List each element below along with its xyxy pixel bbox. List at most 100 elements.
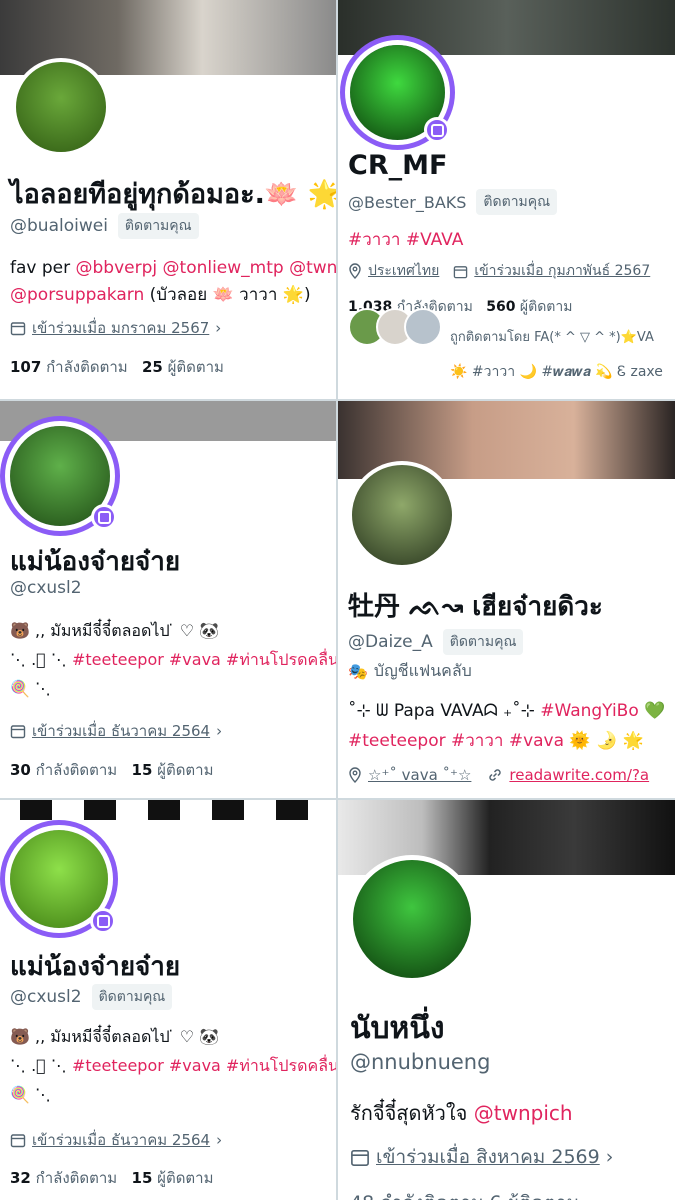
handle-row: @Daize_A ติดตามคุณ <box>348 629 524 655</box>
profile-card-nnubnueng: นับหนึ่ง @nnubnueng รักจี๋จี๋สุดหัวใจ @t… <box>338 800 675 1200</box>
handle-row: @nnubnueng <box>350 1050 490 1074</box>
profile-card-cxusl2-2: แม่น้องจ๋ายจ๋าย @cxusl2 ติดตามคุณ 🐻 ,, ม… <box>0 800 337 1200</box>
mutual-avatar <box>404 308 442 346</box>
handle-row: @cxusl2 <box>10 578 82 598</box>
location-text[interactable]: ประเทศไทย <box>368 260 439 282</box>
location-website-row: ☆⁺˚ vava ˚⁺☆ readawrite.com/?a <box>348 766 649 784</box>
chevron-right-icon: › <box>216 722 223 740</box>
bio-line: ⋱ .⃝ ⋱ #teeteepor #vava #ท่านโปรดคลื่น <box>10 1056 337 1075</box>
follows-you-badge: ติดตามคุณ <box>442 629 524 655</box>
profile-card-bualoiwei: ไอลอยทีอยู่ทุกด้อมอะ.🪷 🌟 @bualoiwei ติดต… <box>0 0 337 400</box>
profile-card-bester-baks: CR_MF @Bester_BAKS ติดตามคุณ #วาวา #VAVA… <box>338 0 675 400</box>
location-pin-icon <box>348 263 362 279</box>
link-icon <box>487 767 503 783</box>
mention-links[interactable]: @bbverpj @tonliew_mtp @twn <box>76 258 337 278</box>
website-link[interactable]: readawrite.com/?a <box>509 766 649 784</box>
follows-you-badge: ติดตามคุณ <box>117 213 199 239</box>
bio-line: 🐻 ,, มัมหมีจี๋จี๋ตลอดไป ̇ ♡ 🐼 <box>10 621 220 640</box>
location-pin-icon <box>348 767 362 783</box>
creator-badge-icon <box>91 504 117 530</box>
hashtag-links[interactable]: #teeteepor #vava #ท่านโปรดคลื่น <box>72 1056 337 1075</box>
profile-bio: 🐻 ,, มัมหมีจี๋จี๋ตลอดไป ̇ ♡ 🐼 ⋱ .⃝ ⋱ #te… <box>10 616 337 703</box>
profile-display-name: นับหนึ่ง <box>350 1011 445 1046</box>
profile-display-name: แม่น้องจ๋ายจ๋าย <box>10 547 181 577</box>
profile-display-name: 牡丹 ᨒ↝ เฮียจ๋ายดิวะ <box>348 592 603 622</box>
location-text[interactable]: ☆⁺˚ vava ˚⁺☆ <box>368 766 471 784</box>
joined-row: เข้าร่วมเมื่อ มกราคม 2567 › <box>10 316 221 340</box>
profile-bio: 🐻 ,, มัมหมีจี๋จี๋ตลอดไป ̇ ♡ 🐼 ⋱ .⃝ ⋱ #te… <box>10 1022 337 1109</box>
joined-date[interactable]: เข้าร่วมเมื่อ กุมภาพันธ์ 2567 <box>474 260 650 282</box>
joined-row: เข้าร่วมเมื่อ ธันวาคม 2564 › <box>10 1128 222 1152</box>
calendar-icon <box>10 320 26 336</box>
calendar-icon <box>350 1147 370 1167</box>
follows-you-badge: ติดตามคุณ <box>476 189 558 215</box>
joined-date[interactable]: เข้าร่วมเมื่อ สิงหาคม 2569 <box>376 1142 600 1172</box>
chevron-right-icon: › <box>605 1146 614 1168</box>
bio-line: ˚⊹ ᗯ Papa VAVAᗣ ₊˚⊹ #WangYiBo 💚 <box>348 701 666 721</box>
followers-count[interactable]: 560 <box>486 299 515 315</box>
joined-date[interactable]: เข้าร่วมเมื่อ มกราคม 2567 <box>32 316 209 340</box>
hashtag-links[interactable]: #วาวา #VAVA <box>348 227 463 254</box>
profile-card-daize-a: 牡丹 ᨒ↝ เฮียจ๋ายดิวะ @Daize_A ติดตามคุณ 🎭 … <box>338 401 675 798</box>
mention-link[interactable]: @twnpich <box>474 1101 573 1125</box>
hashtag-links[interactable]: #teeteepor #วาวา #vava <box>348 731 564 751</box>
following-count[interactable]: 107 <box>10 358 41 376</box>
joined-row: เข้าร่วมเมื่อ ธันวาคม 2564 › <box>10 719 222 743</box>
calendar-icon <box>10 1132 26 1148</box>
chevron-right-icon: › <box>216 1131 223 1149</box>
profile-bio: ˚⊹ ᗯ Papa VAVAᗣ ₊˚⊹ #WangYiBo 💚 #teeteep… <box>348 696 665 756</box>
bio-line: 🐻 ,, มัมหมีจี๋จี๋ตลอดไป ̇ ♡ 🐼 <box>10 1027 220 1046</box>
profile-display-name: ไอลอยทีอยู่ทุกด้อมอะ.🪷 🌟 <box>10 179 337 210</box>
joined-row: เข้าร่วมเมื่อ สิงหาคม 2569 › <box>350 1142 613 1172</box>
follow-counts: 30 กำลังติดตาม 15 ผู้ติดตาม <box>10 761 214 779</box>
joined-date[interactable]: เข้าร่วมเมื่อ ธันวาคม 2564 <box>32 1128 210 1152</box>
handle-row: @bualoiwei ติดตามคุณ <box>10 213 199 239</box>
followers-count[interactable]: 15 <box>132 1169 153 1187</box>
follows-you-badge: ติดตามคุณ <box>91 984 173 1010</box>
following-count[interactable]: 32 <box>10 1169 31 1187</box>
profile-display-name: แม่น้องจ๋ายจ๋าย <box>10 952 181 982</box>
profile-banner[interactable] <box>0 800 337 820</box>
profile-category: บัญชีแฟนคลับ <box>373 661 472 680</box>
bio-line: fav per @bbverpj @tonliew_mtp @twn <box>10 258 337 278</box>
followers-count[interactable]: 25 <box>142 358 163 376</box>
profile-avatar[interactable] <box>12 58 110 156</box>
mention-link[interactable]: @porsuppakarn <box>10 285 144 305</box>
handle-row: @Bester_BAKS ติดตามคุณ <box>348 189 558 215</box>
bio-line: @porsuppakarn (บัวลอย 🪷 วาวา 🌟) <box>10 285 311 305</box>
bio-line: 🍭 ⋱ <box>10 679 52 698</box>
followers-count[interactable]: 15 <box>132 761 153 779</box>
joined-date[interactable]: เข้าร่วมเมื่อ ธันวาคม 2564 <box>32 719 210 743</box>
handle-row: @cxusl2 ติดตามคุณ <box>10 984 173 1010</box>
profile-handle: @cxusl2 <box>10 578 82 598</box>
profile-handle: @Bester_BAKS <box>348 192 467 212</box>
following-count[interactable]: 30 <box>10 761 31 779</box>
profile-avatar[interactable] <box>348 855 476 983</box>
bio-line: 🍭 ⋱ <box>10 1085 52 1104</box>
category-row: 🎭 บัญชีแฟนคลับ <box>348 659 472 684</box>
profile-display-name: CR_MF <box>348 150 448 181</box>
profile-status-line: ☀️ #วาวา 🌙 #𝒘𝒂𝒘𝒂 💫 Ꮛ zaxe <box>450 364 663 380</box>
follow-counts-partial: 48 กำลังติดตาม 6 ผู้ติดตาม <box>350 1188 579 1200</box>
follow-counts: 32 กำลังติดตาม 15 ผู้ติดตาม <box>10 1169 214 1187</box>
hashtag-link[interactable]: #WangYiBo <box>540 701 639 721</box>
followed-by-text[interactable]: ถูกติดตามโดย FA(* ^ ▽ ^ *)⭐VA <box>450 326 654 347</box>
chevron-right-icon: › <box>215 319 222 337</box>
center-divider <box>336 0 338 1200</box>
theater-masks-icon: 🎭 <box>348 662 368 681</box>
profile-bio: fav per @bbverpj @tonliew_mtp @twn @pors… <box>10 255 337 309</box>
profile-handle: @cxusl2 <box>10 987 82 1007</box>
follow-counts: 107 กำลังติดตาม 25 ผู้ติดตาม <box>10 358 224 376</box>
calendar-icon <box>10 723 26 739</box>
creator-badge-icon <box>90 908 116 934</box>
profile-avatar[interactable] <box>348 461 456 569</box>
hashtag-links[interactable]: #teeteepor #vava #ท่านโปรดคลื่น <box>72 650 337 669</box>
creator-badge-icon <box>424 117 450 143</box>
followed-by-avatars[interactable] <box>348 308 443 348</box>
profile-handle: @nnubnueng <box>350 1050 491 1074</box>
profile-handle: @Daize_A <box>348 632 433 652</box>
profile-handle: @bualoiwei <box>10 216 108 236</box>
bio-line: #teeteepor #วาวา #vava 🌞 🌛 🌟 <box>348 731 644 751</box>
bio-line: ⋱ .⃝ ⋱ #teeteepor #vava #ท่านโปรดคลื่น <box>10 650 337 669</box>
location-joined-row: ประเทศไทย เข้าร่วมเมื่อ กุมภาพันธ์ 2567 <box>348 260 650 282</box>
